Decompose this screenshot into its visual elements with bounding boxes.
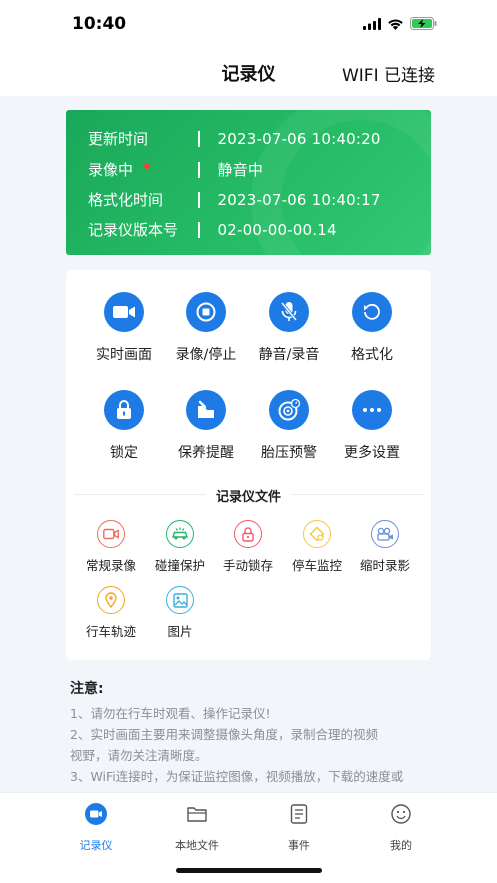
file-label: 碰撞保护: [154, 558, 205, 573]
tab-label: 我的: [390, 839, 412, 852]
func-live-view-button[interactable]: 实时画面: [79, 292, 169, 364]
tab-local-files[interactable]: 本地文件: [157, 803, 237, 853]
file-driving-track-button[interactable]: 行车轨迹: [75, 586, 147, 640]
info-row-version: 记录仪版本号 02-00-00-00.14: [88, 215, 428, 244]
files-title-text: 记录仪文件: [205, 490, 291, 505]
func-label: 锁定: [110, 445, 138, 461]
reset-icon: [352, 292, 392, 332]
func-lock-button[interactable]: 锁定: [79, 390, 169, 462]
location-icon: [97, 586, 125, 614]
collision-icon: [166, 520, 194, 548]
func-label: 实时画面: [96, 347, 152, 363]
info-label-wrap: 录像中: [88, 159, 198, 180]
note-line: 视野，请勿关注清晰度。: [70, 748, 208, 763]
func-maintenance-button[interactable]: 保养提醒: [161, 390, 251, 462]
info-row-format-time: 格式化时间 2023-07-06 10:40:17: [88, 185, 428, 214]
mic-mute-icon: [269, 292, 309, 332]
wifi-connection-status[interactable]: WIFI 已连接: [342, 61, 435, 86]
tab-recorder[interactable]: 记录仪: [56, 803, 136, 853]
func-label: 保养提醒: [178, 445, 234, 461]
file-label: 停车监控: [291, 558, 342, 573]
file-manual-lock-button[interactable]: 手动锁存: [212, 520, 284, 574]
info-label: 格式化时间: [88, 191, 164, 209]
status-time: 10:40: [72, 14, 127, 34]
info-separator: [198, 161, 200, 178]
record-stop-icon: [186, 292, 226, 332]
file-label: 缩时录影: [359, 558, 410, 573]
tab-profile[interactable]: 我的: [361, 803, 441, 853]
file-label: 手动锁存: [222, 558, 273, 573]
manual-lock-icon: [234, 520, 262, 548]
func-label: 静音/录音: [258, 347, 320, 363]
wifi-icon: [388, 18, 403, 30]
profile-smile-icon: [391, 804, 411, 824]
file-normal-video-button[interactable]: 常规录像: [75, 520, 147, 574]
tab-label: 记录仪: [79, 839, 113, 852]
func-label: 格式化: [351, 347, 393, 363]
timelapse-icon: [371, 520, 399, 548]
file-label: 行车轨迹: [85, 624, 136, 639]
function-panel: 实时画面 录像/停止 静音/录音 格式化 锁定 保养提醒 胎压预警 更多设置 记…: [66, 270, 431, 660]
more-icon: [352, 390, 392, 430]
status-bar: 10:40: [0, 0, 497, 50]
camera-icon: [104, 292, 144, 332]
info-value: 2023-07-06 10:40:20: [217, 129, 381, 148]
info-row-update-time: 更新时间 2023-07-06 10:40:20: [88, 124, 428, 153]
info-label: 更新时间: [88, 130, 149, 148]
func-record-stop-button[interactable]: 录像/停止: [161, 292, 251, 364]
info-separator: [198, 221, 200, 238]
notes-title: 注意:: [70, 681, 104, 697]
recorder-tab-icon: [85, 803, 107, 825]
event-list-icon: [290, 804, 308, 824]
nav-bar: 记录仪 WIFI 已连接: [0, 50, 497, 96]
info-label: 记录仪版本号: [88, 221, 179, 239]
maintenance-icon: [186, 390, 226, 430]
lock-icon: [104, 390, 144, 430]
file-parking-monitor-button[interactable]: 停车监控: [281, 520, 353, 574]
note-line: 1、请勿在行车时观看、操作记录仪!: [70, 706, 271, 721]
image-icon: [166, 586, 194, 614]
info-separator: [198, 191, 200, 208]
status-icons: [363, 17, 437, 30]
folder-icon: [187, 807, 207, 822]
tab-events[interactable]: 事件: [259, 803, 339, 853]
file-collision-button[interactable]: 碰撞保护: [144, 520, 216, 574]
home-indicator: [176, 868, 322, 873]
parking-icon: [303, 520, 331, 548]
file-label: 图片: [167, 624, 193, 639]
note-line: 2、实时画面主要用来调整摄像头角度，录制合理的视频: [70, 727, 378, 742]
info-value: 2023-07-06 10:40:17: [217, 190, 381, 209]
info-separator: [198, 130, 200, 147]
tab-label: 本地文件: [175, 839, 219, 852]
files-section-title: 记录仪文件: [66, 486, 431, 505]
note-line: 3、WiFi连接时，为保证监控图像，视频播放，下载的速度或: [70, 769, 404, 784]
battery-charging-icon: [410, 17, 437, 30]
video-file-icon: [97, 520, 125, 548]
tire-pressure-icon: [269, 390, 309, 430]
signal-icon: [363, 17, 381, 30]
info-label: 录像中: [88, 161, 134, 179]
func-mute-button[interactable]: 静音/录音: [244, 292, 334, 364]
info-value: 02-00-00-00.14: [217, 220, 337, 239]
func-more-settings-button[interactable]: 更多设置: [327, 390, 417, 462]
func-label: 更多设置: [344, 445, 400, 461]
info-row-recording: 录像中 静音中: [88, 155, 428, 184]
file-images-button[interactable]: 图片: [144, 586, 216, 640]
file-timelapse-button[interactable]: 缩时录影: [349, 520, 421, 574]
func-label: 录像/停止: [175, 347, 237, 363]
info-value: 静音中: [217, 161, 264, 179]
file-label: 常规录像: [85, 558, 136, 573]
tab-label: 事件: [288, 839, 310, 852]
func-label: 胎压预警: [261, 445, 317, 461]
func-tire-pressure-button[interactable]: 胎压预警: [244, 390, 334, 462]
recording-dot-icon: [144, 163, 150, 169]
device-info-card: 更新时间 2023-07-06 10:40:20 录像中 静音中 格式化时间 2…: [66, 110, 431, 255]
func-format-button[interactable]: 格式化: [327, 292, 417, 364]
